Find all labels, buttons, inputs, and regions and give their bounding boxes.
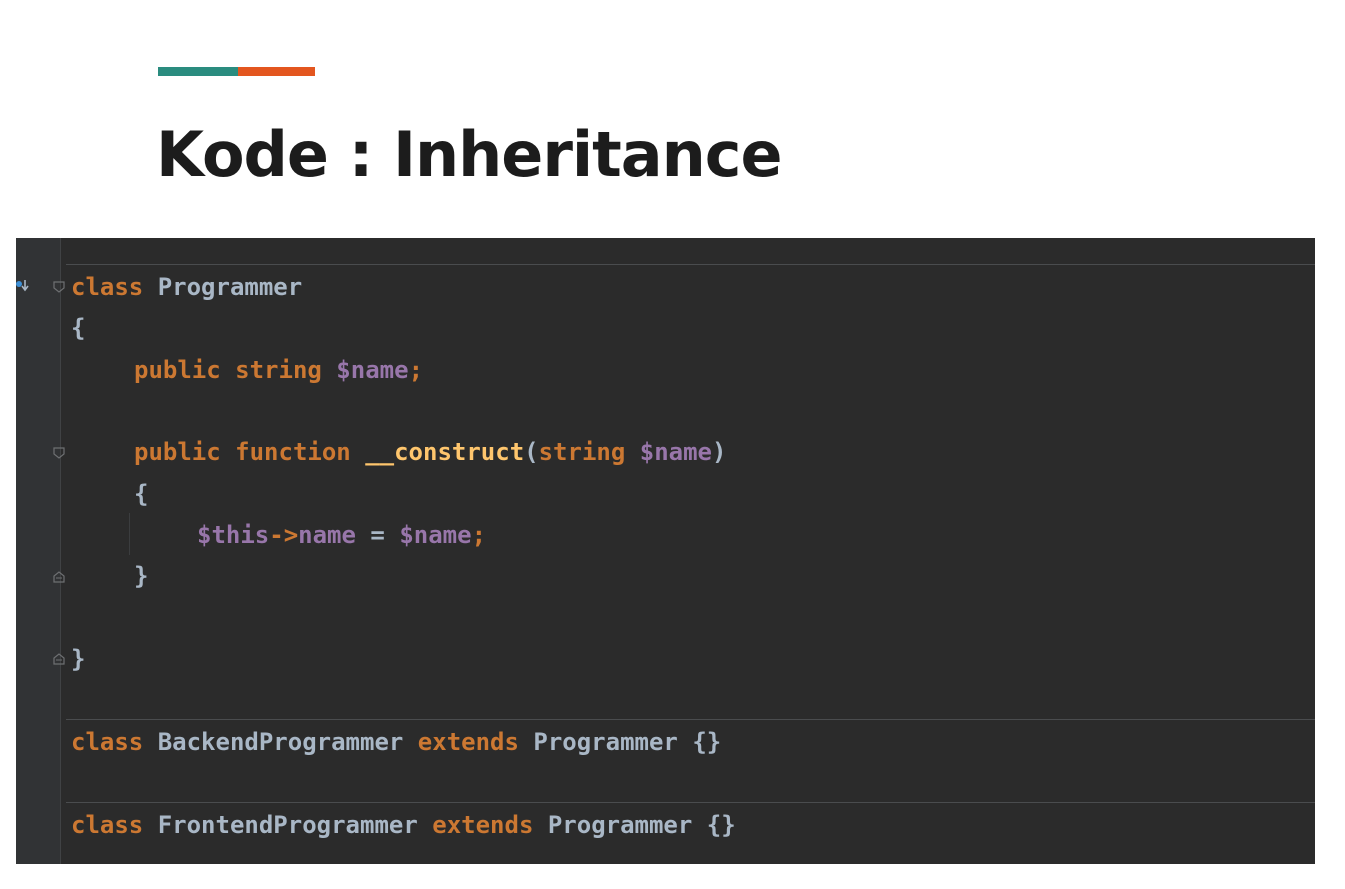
code-line[interactable]: public function __construct(string $name…: [134, 436, 726, 468]
class-name: Programmer: [518, 728, 678, 756]
keyword: string: [220, 356, 322, 384]
method-separator: [66, 802, 1315, 803]
keyword: class: [71, 811, 144, 839]
variable: $name: [321, 356, 409, 384]
function-name: __construct: [350, 438, 525, 466]
code-line[interactable]: class BackendProgrammer extends Programm…: [71, 726, 721, 758]
accent-teal: [158, 67, 238, 76]
code-line[interactable]: {: [71, 312, 85, 344]
paren: ): [712, 438, 727, 466]
code-line[interactable]: $this->name = $name;: [197, 519, 486, 551]
indent-guide: [129, 513, 130, 555]
keyword: class: [71, 728, 144, 756]
code-line[interactable]: }: [134, 560, 148, 592]
keyword: string: [538, 438, 626, 466]
method-separator: [66, 264, 1315, 265]
keyword: extends: [403, 728, 519, 756]
braces: {}: [677, 728, 722, 756]
method-separator: [66, 719, 1315, 720]
keyword: function: [220, 438, 351, 466]
fold-icon[interactable]: [52, 446, 66, 460]
paren: (: [524, 438, 539, 466]
brace: {: [134, 480, 149, 508]
brace: }: [71, 645, 86, 673]
fold-end-icon[interactable]: [52, 652, 66, 666]
title-accent-bar: [158, 67, 315, 76]
class-name: Programmer: [533, 811, 693, 839]
braces: {}: [692, 811, 736, 839]
brace: }: [134, 562, 149, 590]
slide-title: Kode : Inheritance: [156, 118, 783, 191]
class-name: Programmer: [143, 273, 303, 301]
gutter-divider: [60, 238, 61, 864]
keyword: extends: [417, 811, 534, 839]
variable: $name: [399, 521, 472, 549]
semicolon: ;: [408, 356, 424, 384]
fold-end-icon[interactable]: [52, 570, 66, 584]
property: name: [298, 521, 356, 549]
code-editor[interactable]: class Programmer { public string $name; …: [16, 238, 1315, 864]
code-line[interactable]: class Programmer: [71, 271, 302, 303]
class-name: BackendProgrammer: [143, 728, 404, 756]
arrow-operator: ->: [269, 521, 299, 549]
keyword: public: [134, 356, 221, 384]
code-line[interactable]: public string $name;: [134, 354, 423, 386]
class-name: FrontendProgrammer: [143, 811, 418, 839]
code-line[interactable]: {: [134, 478, 148, 510]
keyword: class: [71, 273, 144, 301]
accent-orange: [238, 67, 315, 76]
variable: $this: [197, 521, 270, 549]
code-line[interactable]: class FrontendProgrammer extends Program…: [71, 809, 736, 841]
keyword: public: [134, 438, 221, 466]
variable: $name: [625, 438, 712, 466]
fold-icon[interactable]: [52, 280, 66, 294]
semicolon: ;: [471, 521, 487, 549]
operator: =: [355, 521, 400, 549]
brace: {: [71, 314, 86, 342]
code-line[interactable]: }: [71, 643, 85, 675]
editor-gutter: [16, 238, 60, 864]
implemented-icon[interactable]: [16, 278, 30, 294]
